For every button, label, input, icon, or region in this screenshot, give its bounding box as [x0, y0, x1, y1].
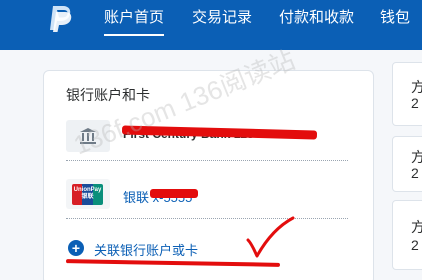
bank-icon-tile: [66, 120, 110, 152]
bank-account-row[interactable]: First Century Bank 1234: [66, 115, 348, 161]
paypal-logo-icon[interactable]: [48, 3, 74, 33]
unionpay-icon-tile: UnionPay 银联: [66, 179, 110, 209]
bank-accounts-card: 银行账户和卡 First Century Bank 1234 UnionPay …: [43, 70, 374, 280]
nav-tab-send-receive[interactable]: 付款和收款: [279, 9, 354, 27]
plus-circle-icon[interactable]: +: [68, 240, 84, 256]
side-card[interactable]: 方 2: [392, 62, 422, 126]
card-title: 银行账户和卡: [66, 87, 150, 103]
unionpay-card-row[interactable]: UnionPay 银联 银联 x-5555: [66, 171, 348, 219]
nav-tab-wallet[interactable]: 钱包: [380, 9, 410, 27]
checkmark-annotation-icon: [246, 216, 295, 258]
top-navigation-bar: 账户首页 交易记录 付款和收款 钱包: [0, 0, 422, 50]
side-card[interactable]: 方 2: [392, 200, 422, 270]
side-card[interactable]: 方 2: [392, 136, 422, 192]
bank-icon: [80, 128, 96, 144]
nav-tab-transactions[interactable]: 交易记录: [192, 9, 252, 27]
add-account-row[interactable]: + 关联银行账户或卡: [65, 233, 348, 267]
unionpay-logo-text: UnionPay 银联: [73, 187, 102, 200]
link-bank-account-or-card[interactable]: 关联银行账户或卡: [94, 240, 198, 259]
underline-mark: [65, 259, 281, 267]
right-side-panel: 方 2 方 2 方 2: [392, 62, 422, 280]
redaction-mark: [150, 189, 198, 198]
nav-tab-account-home[interactable]: 账户首页: [104, 9, 165, 36]
